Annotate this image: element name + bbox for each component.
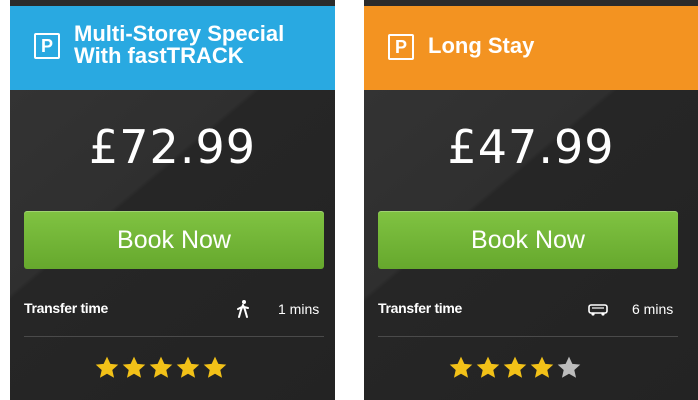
star-filled-icon bbox=[149, 356, 173, 378]
divider bbox=[24, 336, 324, 337]
card-title: Multi-Storey Special With fastTRACK bbox=[74, 23, 327, 67]
transfer-time-label: Transfer time bbox=[378, 300, 463, 316]
card-body: £47.99 Book Now Transfer time 6 mins bbox=[364, 90, 698, 400]
parking-options: P Multi-Storey Special With fastTRACK £7… bbox=[0, 0, 698, 400]
price: £72.99 bbox=[89, 120, 256, 174]
star-empty-icon bbox=[557, 356, 581, 378]
card-title: Long Stay bbox=[428, 35, 690, 57]
transfer-time-value: 1 mins bbox=[278, 301, 320, 317]
parking-card-multi-storey: P Multi-Storey Special With fastTRACK £7… bbox=[10, 0, 335, 400]
card-header: P Multi-Storey Special With fastTRACK bbox=[10, 6, 335, 90]
star-filled-icon bbox=[95, 356, 119, 378]
star-rating bbox=[448, 355, 583, 381]
star-filled-icon bbox=[176, 356, 200, 378]
transfer-time-value: 6 mins bbox=[632, 301, 674, 317]
transfer-time-row: Transfer time 1 mins bbox=[24, 290, 335, 326]
star-filled-icon bbox=[503, 356, 527, 378]
card-title-line: With fastTRACK bbox=[74, 43, 244, 68]
walking-person-icon bbox=[233, 299, 253, 319]
price: £47.99 bbox=[447, 120, 615, 174]
parking-p-icon: P bbox=[34, 33, 60, 59]
divider bbox=[378, 336, 678, 337]
transfer-time-label: Transfer time bbox=[24, 300, 109, 316]
transfer-time-row: Transfer time 6 mins bbox=[378, 290, 698, 326]
star-filled-icon bbox=[122, 356, 146, 378]
book-now-button[interactable]: Book Now bbox=[378, 211, 678, 269]
card-title-line: Long Stay bbox=[428, 33, 535, 58]
star-filled-icon bbox=[203, 356, 227, 378]
star-filled-icon bbox=[476, 356, 500, 378]
bus-icon bbox=[587, 299, 608, 319]
card-title-line: Multi-Storey Special bbox=[74, 21, 285, 46]
star-filled-icon bbox=[449, 356, 473, 378]
parking-p-icon: P bbox=[388, 34, 414, 60]
parking-card-long-stay: P Long Stay £47.99 Book Now Transfer tim… bbox=[364, 0, 698, 400]
book-now-button[interactable]: Book Now bbox=[24, 211, 324, 269]
star-rating bbox=[94, 355, 229, 381]
card-header: P Long Stay bbox=[364, 6, 698, 90]
star-filled-icon bbox=[530, 356, 554, 378]
card-body: £72.99 Book Now Transfer time 1 mins bbox=[10, 90, 335, 400]
